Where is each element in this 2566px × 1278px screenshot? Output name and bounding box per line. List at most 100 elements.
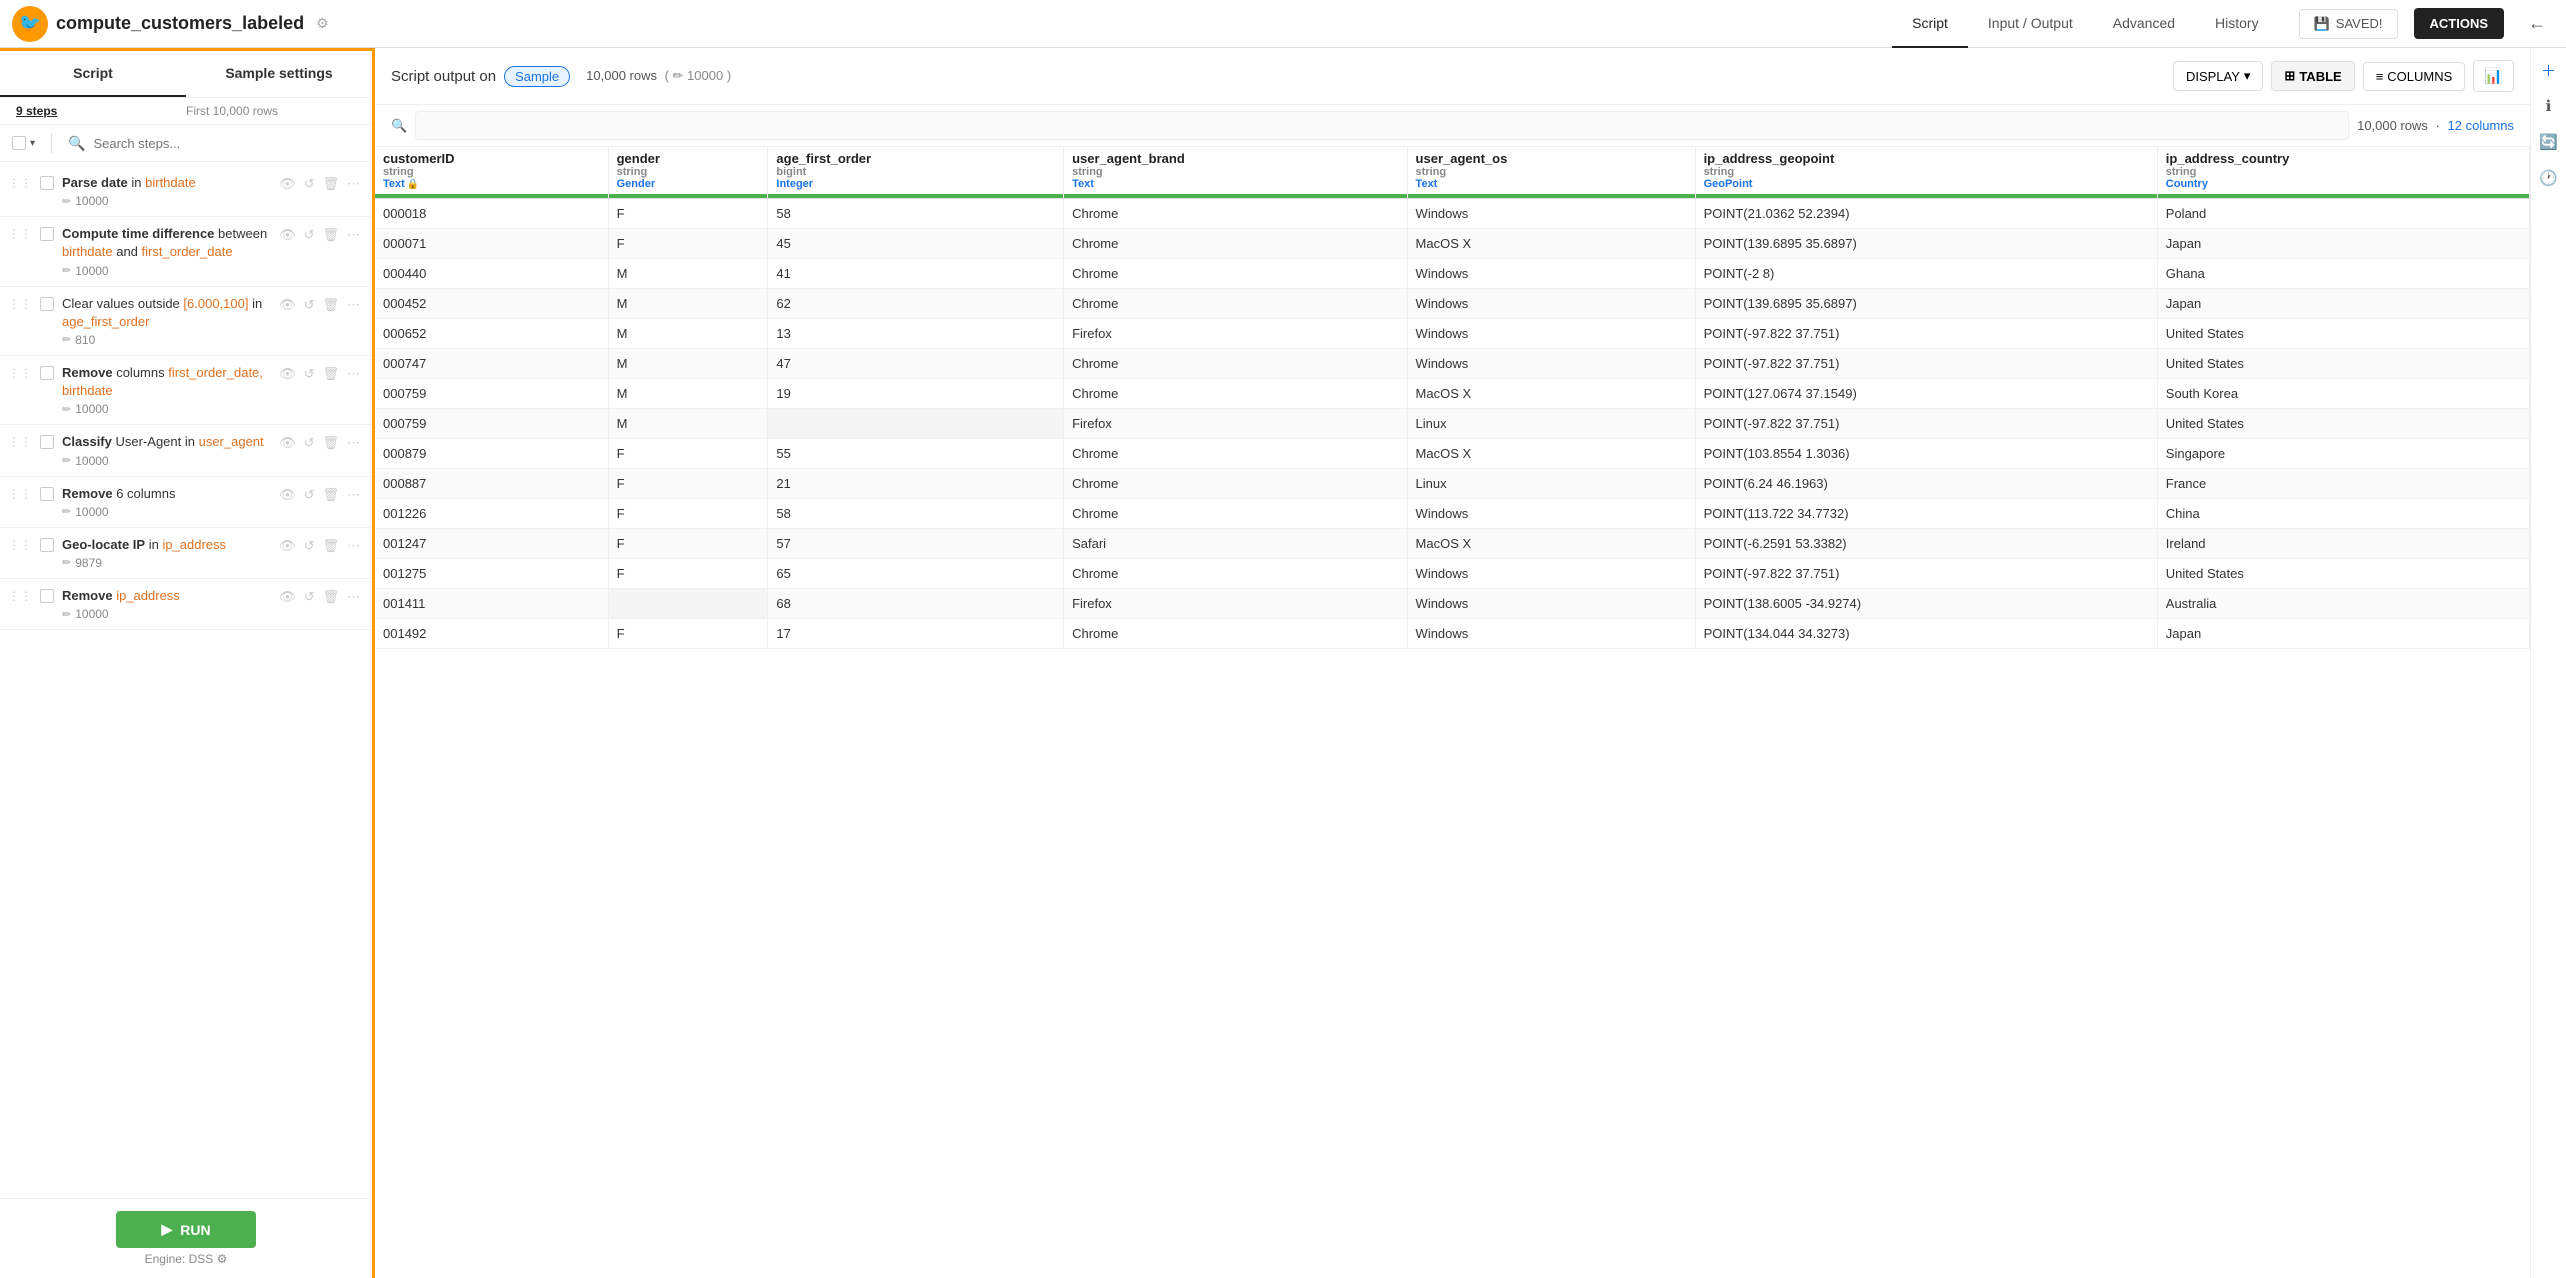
step-item[interactable]: ⋮⋮ Clear values outside [6.000,100] in a…: [0, 287, 372, 356]
table-cell-age_first_order: 65: [768, 559, 1064, 589]
eye-icon[interactable]: 👁: [279, 589, 296, 605]
col-header-gender[interactable]: gender string Gender: [608, 147, 768, 199]
more-icon[interactable]: ⋯: [347, 176, 360, 192]
eye-icon[interactable]: 👁: [279, 366, 296, 382]
step-item[interactable]: ⋮⋮ Remove columns first_order_date, birt…: [0, 356, 372, 425]
tab-advanced[interactable]: Advanced: [2093, 0, 2195, 48]
refresh-icon[interactable]: ↺: [304, 589, 315, 605]
delete-icon[interactable]: 🗑: [322, 176, 339, 192]
eye-icon[interactable]: 👁: [279, 176, 296, 192]
tab-history[interactable]: History: [2195, 0, 2279, 48]
col-header-age-first-order[interactable]: age_first_order bigint Integer: [768, 147, 1064, 199]
table-cell-ip_address_country: Australia: [2157, 589, 2529, 619]
col-header-user-agent-os[interactable]: user_agent_os string Text: [1407, 147, 1695, 199]
sync-icon[interactable]: 🔄: [2535, 128, 2563, 156]
tab-input-output[interactable]: Input / Output: [1968, 0, 2093, 48]
meaning-text-label[interactable]: Text: [383, 178, 405, 190]
delete-icon[interactable]: 🗑: [322, 487, 339, 503]
refresh-icon[interactable]: ↺: [304, 176, 315, 192]
table-button[interactable]: ⊞ TABLE: [2271, 61, 2354, 91]
drag-handle-icon[interactable]: ⋮⋮: [8, 295, 32, 311]
drag-handle-icon[interactable]: ⋮⋮: [8, 364, 32, 380]
more-icon[interactable]: ⋯: [347, 538, 360, 554]
step-item[interactable]: ⋮⋮ Compute time difference between birth…: [0, 217, 372, 286]
delete-icon[interactable]: 🗑: [322, 538, 339, 554]
eye-icon[interactable]: 👁: [279, 538, 296, 554]
drag-handle-icon[interactable]: ⋮⋮: [8, 536, 32, 552]
columns-button[interactable]: ≡ COLUMNS: [2363, 62, 2466, 91]
drag-handle-icon[interactable]: ⋮⋮: [8, 587, 32, 603]
step-checkbox[interactable]: [40, 297, 54, 311]
refresh-icon[interactable]: ↺: [304, 487, 315, 503]
run-button[interactable]: ▶ RUN: [116, 1211, 256, 1248]
refresh-icon[interactable]: ↺: [304, 297, 315, 313]
meaning-gender-label[interactable]: Gender: [617, 178, 760, 190]
step-checkbox[interactable]: [40, 487, 54, 501]
table-cell-ip_address_geopoint: POINT(-2 8): [1695, 259, 2157, 289]
step-checkbox[interactable]: [40, 589, 54, 603]
sample-badge[interactable]: Sample: [504, 66, 570, 87]
eye-icon[interactable]: 👁: [279, 435, 296, 451]
step-item[interactable]: ⋮⋮ Parse date in birthdate ✏ 10000 👁: [0, 166, 372, 217]
meaning-country-label[interactable]: Country: [2166, 178, 2521, 190]
drag-handle-icon[interactable]: ⋮⋮: [8, 485, 32, 501]
tab-sample-settings[interactable]: Sample settings: [186, 51, 372, 97]
col-header-customerID[interactable]: customerID string Text 🔒: [375, 147, 608, 199]
more-icon[interactable]: ⋯: [347, 227, 360, 243]
meaning-geopoint-label[interactable]: GeoPoint: [1704, 178, 2149, 190]
step-checkbox[interactable]: [40, 538, 54, 552]
delete-icon[interactable]: 🗑: [322, 589, 339, 605]
eye-icon[interactable]: 👁: [279, 297, 296, 313]
delete-icon[interactable]: 🗑: [322, 297, 339, 313]
delete-icon[interactable]: 🗑: [322, 366, 339, 382]
step-checkbox[interactable]: [40, 435, 54, 449]
select-all-checkbox[interactable]: [12, 136, 26, 150]
tab-script[interactable]: Script: [1892, 0, 1968, 48]
delete-icon[interactable]: 🗑: [322, 227, 339, 243]
actions-button[interactable]: ACTIONS: [2414, 8, 2505, 39]
select-dropdown-arrow[interactable]: ▾: [30, 138, 35, 149]
clock-icon[interactable]: 🕐: [2535, 164, 2563, 192]
filter-input[interactable]: [415, 111, 2349, 140]
step-checkbox[interactable]: [40, 366, 54, 380]
col-header-user-agent-brand[interactable]: user_agent_brand string Text: [1064, 147, 1407, 199]
saved-button[interactable]: 💾 SAVED!: [2299, 9, 2398, 39]
eye-icon[interactable]: 👁: [279, 487, 296, 503]
step-item[interactable]: ⋮⋮ Remove ip_address ✏ 10000 👁 ↺: [0, 579, 372, 630]
step-checkbox[interactable]: [40, 176, 54, 190]
chevron-down-icon: ▾: [2244, 68, 2251, 84]
drag-handle-icon[interactable]: ⋮⋮: [8, 174, 32, 190]
rows-edit-icon[interactable]: ( ✏ 10000 ): [665, 68, 732, 83]
step-item[interactable]: ⋮⋮ Remove 6 columns ✏ 10000 👁 ↺ 🗑: [0, 477, 372, 528]
refresh-icon[interactable]: ↺: [304, 435, 315, 451]
meaning-text2-label[interactable]: Text: [1072, 178, 1398, 190]
info-icon[interactable]: ℹ: [2535, 92, 2563, 120]
meaning-integer-label[interactable]: Integer: [776, 178, 1055, 190]
step-item[interactable]: ⋮⋮ Geo-locate IP in ip_address ✏ 9879 👁: [0, 528, 372, 579]
drag-handle-icon[interactable]: ⋮⋮: [8, 433, 32, 449]
filter-bar: 🔍 10,000 rows · 12 columns: [375, 105, 2530, 147]
back-button[interactable]: ←: [2520, 13, 2554, 34]
step-checkbox[interactable]: [40, 227, 54, 241]
add-icon[interactable]: ＋: [2535, 56, 2563, 84]
more-icon[interactable]: ⋯: [347, 297, 360, 313]
settings-icon[interactable]: ⚙: [316, 15, 329, 32]
col-header-ip-geopoint[interactable]: ip_address_geopoint string GeoPoint: [1695, 147, 2157, 199]
more-icon[interactable]: ⋯: [347, 435, 360, 451]
delete-icon[interactable]: 🗑: [322, 435, 339, 451]
refresh-icon[interactable]: ↺: [304, 227, 315, 243]
more-icon[interactable]: ⋯: [347, 487, 360, 503]
more-icon[interactable]: ⋯: [347, 589, 360, 605]
more-icon[interactable]: ⋯: [347, 366, 360, 382]
search-input[interactable]: [93, 136, 360, 151]
col-header-ip-country[interactable]: ip_address_country string Country: [2157, 147, 2529, 199]
step-item[interactable]: ⋮⋮ Classify User-Agent in user_agent ✏ 1…: [0, 425, 372, 476]
meaning-text3-label[interactable]: Text: [1416, 178, 1687, 190]
tab-script-panel[interactable]: Script: [0, 51, 186, 97]
refresh-icon[interactable]: ↺: [304, 366, 315, 382]
drag-handle-icon[interactable]: ⋮⋮: [8, 225, 32, 241]
display-button[interactable]: DISPLAY ▾: [2173, 61, 2263, 91]
chart-button[interactable]: 📊: [2473, 60, 2514, 92]
refresh-icon[interactable]: ↺: [304, 538, 315, 554]
eye-icon[interactable]: 👁: [279, 227, 296, 243]
